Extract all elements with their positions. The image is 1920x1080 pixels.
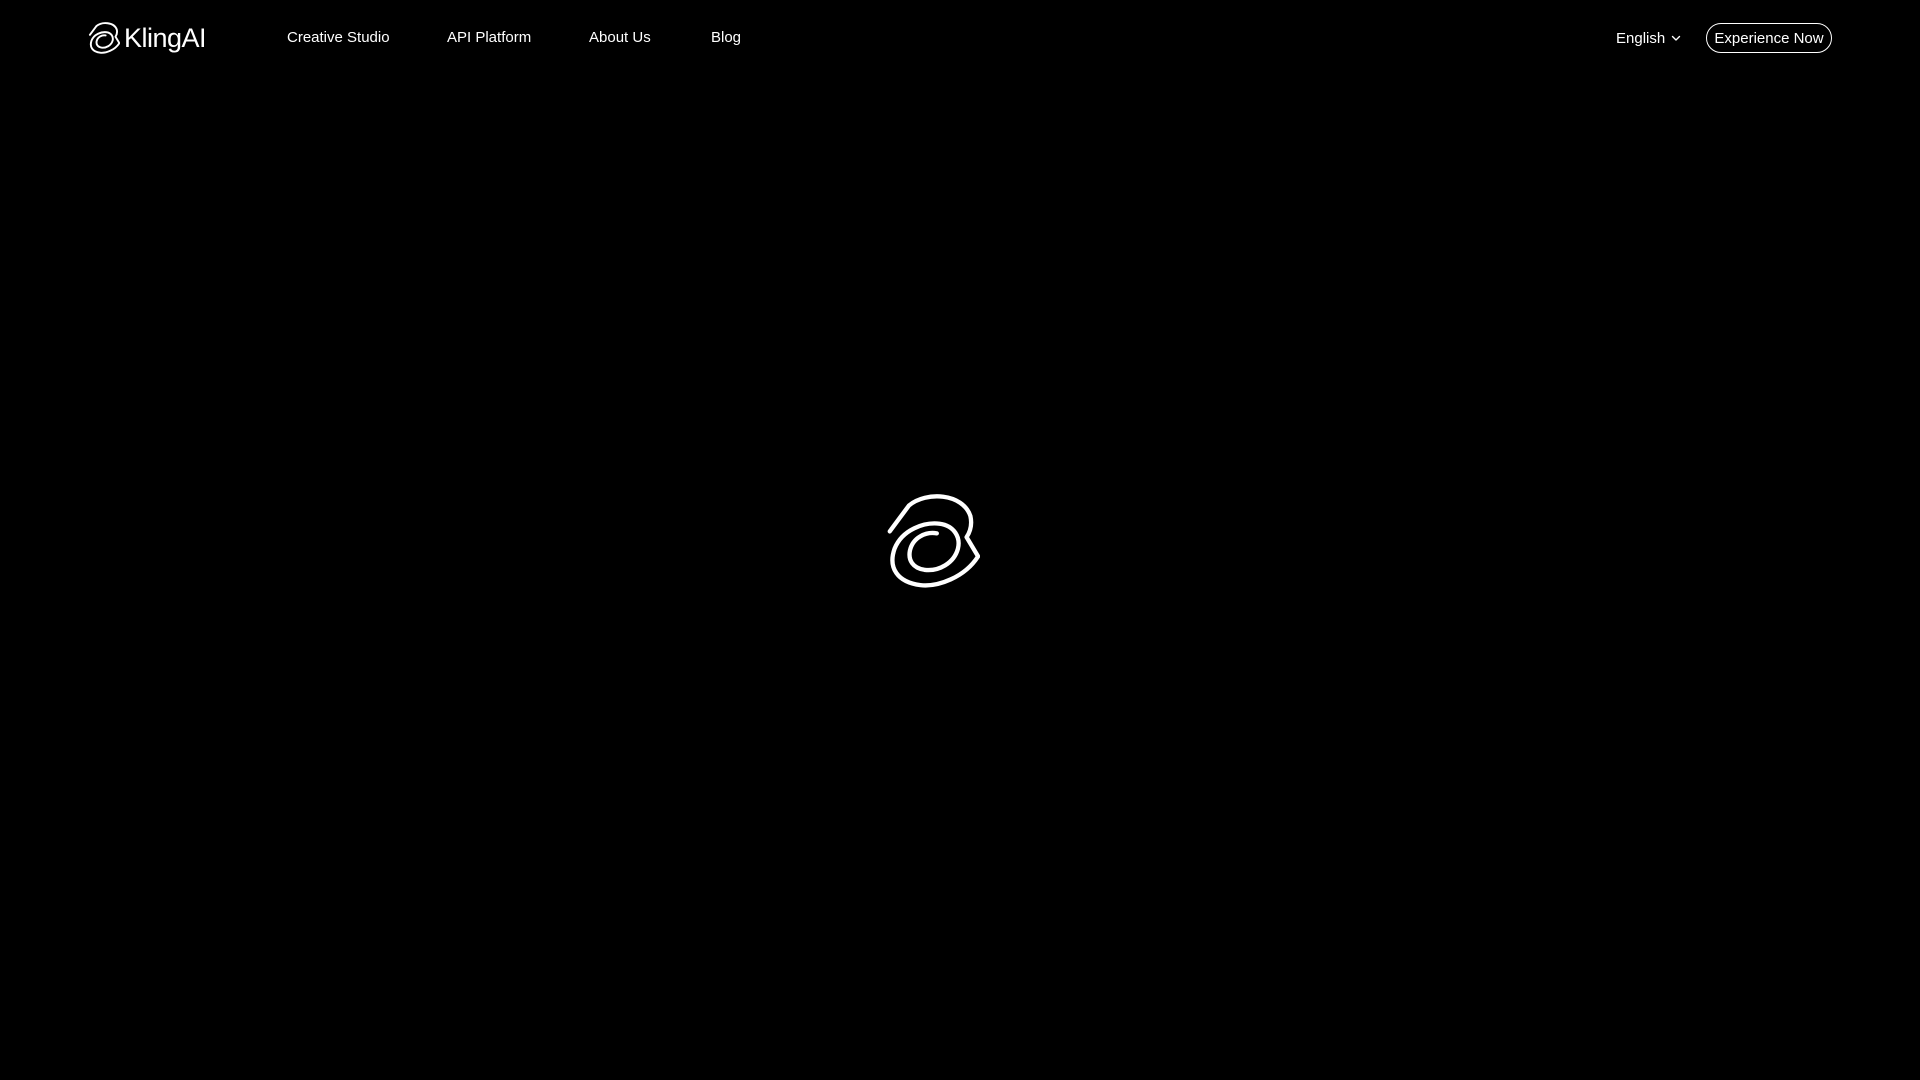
language-selector-value: English	[1616, 29, 1666, 47]
home-logo-link[interactable]: KlingAI	[88, 20, 207, 56]
chevron-down-icon	[1672, 35, 1681, 41]
brand-name: KlingAI	[124, 23, 207, 53]
nav-link-creative-studio[interactable]: Creative Studio	[287, 28, 390, 48]
kling-logo-icon	[88, 22, 120, 54]
kling-logo-loader-icon	[887, 494, 980, 588]
nav-link-about-us[interactable]: About Us	[589, 28, 651, 48]
page: KlingAI Creative Studio API Platform Abo…	[0, 0, 1920, 1080]
experience-now-button[interactable]: Experience Now	[1706, 23, 1832, 53]
top-navigation-bar: KlingAI Creative Studio API Platform Abo…	[0, 0, 1920, 76]
nav-link-api-platform[interactable]: API Platform	[447, 28, 531, 48]
language-selector[interactable]: English	[1616, 28, 1681, 48]
nav-link-blog[interactable]: Blog	[711, 28, 741, 48]
